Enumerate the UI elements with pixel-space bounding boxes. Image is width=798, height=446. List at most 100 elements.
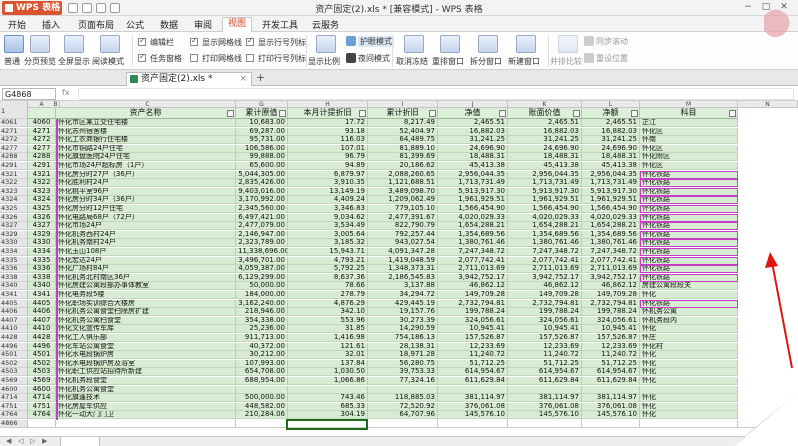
table-cell[interactable]: 4060 xyxy=(28,119,56,127)
empty-cell[interactable] xyxy=(738,420,798,428)
table-cell[interactable]: 16,882.03 xyxy=(508,127,582,136)
menu-review[interactable]: 审阅 xyxy=(194,18,212,31)
table-cell[interactable]: 4,059,387.00 xyxy=(236,265,288,274)
table-cell[interactable]: 4326 xyxy=(28,213,56,222)
table-cell[interactable]: 1,713,731.49 xyxy=(438,179,508,188)
table-cell[interactable]: 怀化房分时12户住宅 xyxy=(56,205,236,213)
table-cell[interactable]: 45,413.38 xyxy=(582,162,640,170)
table-cell[interactable]: 5,913,917.30 xyxy=(438,187,508,196)
table-cell[interactable]: 4600 xyxy=(28,385,56,394)
table-cell[interactable]: 怀化一动大门门卫 xyxy=(56,411,236,420)
table-cell[interactable]: 4714 xyxy=(28,394,56,403)
table-cell[interactable]: 怀化胜利村24户 xyxy=(56,179,236,188)
table-cell[interactable]: 12,233.69 xyxy=(508,342,582,351)
table-cell[interactable]: 11,240.72 xyxy=(438,351,508,360)
table-cell[interactable]: 怀化 xyxy=(640,325,738,334)
table-cell[interactable]: 18,488.31 xyxy=(582,153,640,162)
table-cell[interactable]: 1,419,048.59 xyxy=(368,256,438,265)
table-cell[interactable]: 157,526.87 xyxy=(582,334,640,342)
table-cell[interactable]: 怀化职场实训综合大楼房 xyxy=(56,299,236,308)
table-cell[interactable]: 怀化机务北村南区36户 xyxy=(56,273,236,282)
table-cell[interactable]: 149,709.28 xyxy=(508,291,582,299)
table-cell[interactable]: 688,954.00 xyxy=(236,377,288,385)
table-cell[interactable]: 28,138.31 xyxy=(368,342,438,351)
fx-icon[interactable]: fx xyxy=(62,88,70,97)
table-cell[interactable]: 2,477,391.67 xyxy=(368,213,438,222)
table-cell[interactable]: 25,236.00 xyxy=(236,325,288,334)
table-cell[interactable]: 1,354,689.56 xyxy=(582,230,640,239)
table-cell[interactable]: 怀庄 xyxy=(640,334,738,342)
table-cell[interactable]: 怀化水电段锅炉房 xyxy=(56,351,236,360)
table-cell[interactable]: 怀化文化宣传车库 xyxy=(56,325,236,334)
field-header[interactable]: 账面价值 xyxy=(508,108,582,119)
field-header[interactable]: 净值 xyxy=(438,108,508,119)
filter-dropdown-icon[interactable] xyxy=(499,110,506,117)
table-cell[interactable]: 1,380,761.46 xyxy=(508,239,582,248)
table-cell[interactable]: 3,185.32 xyxy=(288,239,368,248)
row-header[interactable]: 4341 xyxy=(0,291,28,299)
table-cell[interactable]: 怀化房分时34户（36户） xyxy=(56,196,236,205)
table-cell[interactable]: 怀化村 xyxy=(640,342,738,351)
table-cell[interactable]: 11,240.72 xyxy=(508,351,582,360)
table-cell[interactable]: 怀化工人俱乐部 xyxy=(56,334,236,342)
compare-side-by-side-label[interactable]: 并排比较 xyxy=(550,56,582,67)
new-tab-plus-icon[interactable]: + xyxy=(256,71,265,84)
table-cell[interactable]: 2,956,044.35 xyxy=(438,170,508,179)
table-cell[interactable]: 199,788.24 xyxy=(508,308,582,317)
table-cell[interactable]: 943,027.54 xyxy=(368,239,438,248)
table-cell[interactable]: 怀化机务公寓食堂 xyxy=(56,385,236,394)
table-cell[interactable]: 30,212.00 xyxy=(236,351,288,360)
column-header-letter[interactable]: L xyxy=(582,101,640,108)
table-cell[interactable]: 怀化市场24户 xyxy=(56,222,236,231)
table-cell[interactable]: 怀化 xyxy=(640,411,738,420)
table-cell[interactable]: 7,247,348.72 xyxy=(582,248,640,256)
table-cell[interactable]: 怀化区 xyxy=(640,162,738,170)
rearrange-window-icon[interactable] xyxy=(440,35,460,53)
table-cell[interactable]: 4324 xyxy=(28,196,56,205)
table-cell[interactable]: 4,409.24 xyxy=(288,196,368,205)
field-header[interactable]: 累计原值 xyxy=(236,108,288,119)
table-cell[interactable]: 怀化区 xyxy=(640,127,738,136)
field-header[interactable]: 净额 xyxy=(582,108,640,119)
table-cell[interactable]: 1,566,454.90 xyxy=(438,205,508,213)
table-cell[interactable]: 怀化铁路 xyxy=(640,187,738,196)
show-rowcol-checkbox[interactable] xyxy=(246,36,254,46)
table-cell[interactable]: 46,862.12 xyxy=(438,282,508,291)
table-cell[interactable]: 4341 xyxy=(28,291,56,299)
table-cell[interactable]: 77,324.16 xyxy=(368,377,438,385)
row-header[interactable]: 4428 xyxy=(0,334,28,342)
table-cell[interactable]: 39,753.33 xyxy=(368,368,438,377)
column-header-letter[interactable]: J xyxy=(438,101,508,108)
print-grid-checkbox[interactable] xyxy=(190,54,198,62)
table-cell[interactable]: 1,380,761.46 xyxy=(438,239,508,248)
table-cell[interactable]: 3,534.49 xyxy=(288,222,368,231)
table-cell[interactable]: 4330 xyxy=(28,239,56,248)
table-cell[interactable]: 10,945.41 xyxy=(438,325,508,334)
filter-dropdown-icon[interactable] xyxy=(729,110,736,117)
table-cell[interactable]: 34,294.72 xyxy=(368,291,438,299)
table-cell[interactable]: 218,946.00 xyxy=(236,308,288,317)
menu-insert[interactable]: 插入 xyxy=(42,18,60,31)
reset-position-icon[interactable] xyxy=(584,53,594,63)
table-cell[interactable]: 64,489.75 xyxy=(368,136,438,145)
table-cell[interactable]: 10,683.00 xyxy=(236,119,288,127)
first-sheet-icon[interactable]: ◀ xyxy=(6,437,11,445)
table-cell[interactable]: 7,247,348.72 xyxy=(438,248,508,256)
table-cell[interactable]: 106,586.00 xyxy=(236,144,288,153)
table-cell[interactable]: 1,566,454.90 xyxy=(582,205,640,213)
table-cell[interactable]: 怀化工农商银行住宅楼 xyxy=(56,136,236,145)
table-cell[interactable]: 199,788.24 xyxy=(582,308,640,317)
table-cell[interactable]: 611,629.84 xyxy=(582,377,640,385)
table-cell[interactable]: 4503 xyxy=(28,368,56,377)
table-cell[interactable]: 31.85 xyxy=(288,325,368,334)
table-cell[interactable]: 怀化机务段食堂 xyxy=(56,377,236,385)
table-cell[interactable]: 614,954.67 xyxy=(438,368,508,377)
table-cell[interactable]: 45,413.38 xyxy=(508,162,582,170)
split-window-label[interactable]: 拆分窗口 xyxy=(470,56,502,67)
table-cell[interactable]: 怀化房建公寓段部办事体教室 xyxy=(56,282,236,291)
table-cell[interactable]: 1,961,929.51 xyxy=(582,196,640,205)
table-cell[interactable]: 14,290.59 xyxy=(368,325,438,334)
table-cell[interactable]: 怀化房屋车供应 xyxy=(56,402,236,411)
table-cell[interactable]: 51,712.25 xyxy=(582,359,640,368)
table-cell[interactable]: 2,077,742.41 xyxy=(582,256,640,265)
